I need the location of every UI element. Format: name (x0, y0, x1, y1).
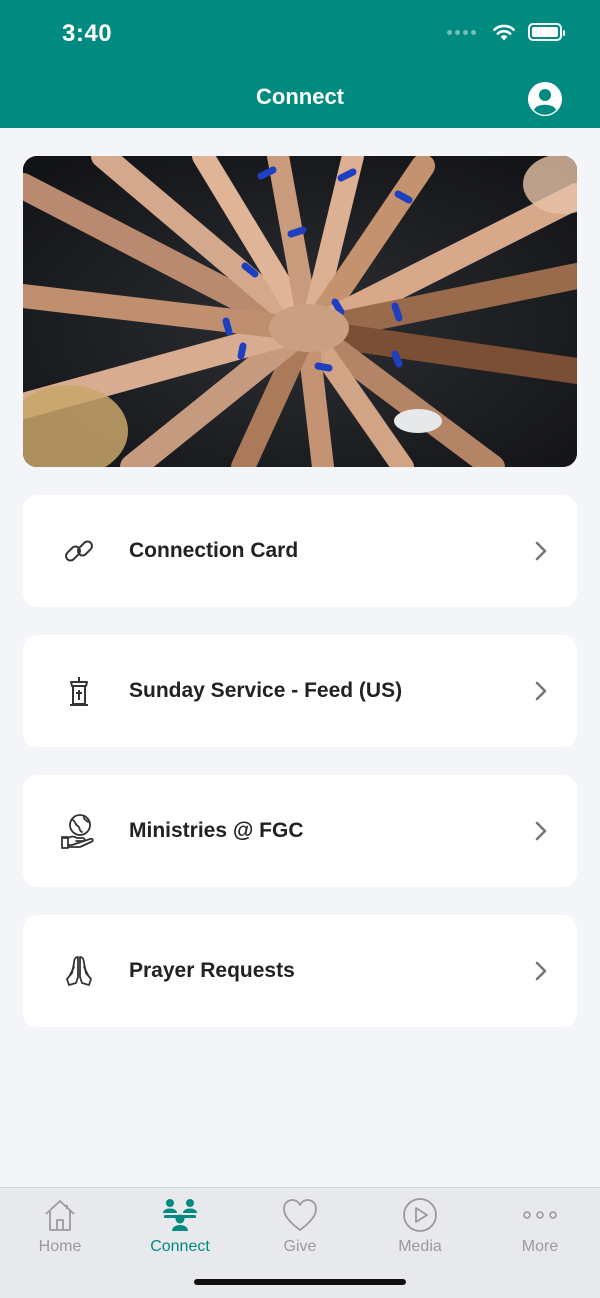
app-header: 3:40 Connect (0, 0, 600, 128)
tab-label: Give (283, 1238, 317, 1255)
signal-icon (447, 29, 476, 35)
tab-connect[interactable]: Connect (120, 1196, 240, 1256)
card-label: Sunday Service - Feed (US) (129, 679, 403, 702)
connect-menu-list: Connection Card Sunday Service - Feed (U… (23, 495, 577, 1055)
card-label: Connection Card (129, 539, 299, 562)
tab-home[interactable]: Home (0, 1196, 120, 1256)
more-icon (523, 1211, 557, 1219)
chevron-right-icon (535, 961, 547, 981)
chevron-right-icon (535, 541, 547, 561)
sunday-service-item[interactable]: Sunday Service - Feed (US) (23, 635, 577, 747)
card-label: Prayer Requests (129, 959, 295, 982)
chevron-right-icon (535, 681, 547, 701)
status-icons (447, 23, 565, 41)
battery-icon (528, 23, 565, 41)
people-icon (163, 1199, 197, 1231)
tab-give[interactable]: Give (240, 1196, 360, 1256)
status-time: 3:40 (62, 20, 113, 47)
tab-label: Home (38, 1238, 82, 1255)
praying-hands-icon (59, 951, 99, 991)
tab-media[interactable]: Media (360, 1196, 480, 1256)
home-icon (45, 1200, 75, 1231)
tab-label: Media (398, 1238, 442, 1255)
tab-more[interactable]: More (480, 1196, 600, 1256)
prayer-requests-item[interactable]: Prayer Requests (23, 915, 577, 1027)
user-icon (528, 82, 562, 116)
profile-button[interactable] (528, 82, 562, 116)
connection-card-item[interactable]: Connection Card (23, 495, 577, 607)
page-title: Connect (256, 84, 344, 109)
ministries-item[interactable]: Ministries @ FGC (23, 775, 577, 887)
home-indicator[interactable] (194, 1279, 406, 1285)
tab-label: More (521, 1238, 559, 1255)
wifi-icon (493, 24, 515, 41)
tab-label: Connect (150, 1238, 210, 1255)
hero-image (23, 156, 577, 467)
card-label: Ministries @ FGC (129, 819, 304, 842)
link-icon (59, 531, 99, 571)
globe-hand-icon (59, 811, 99, 851)
heart-icon (283, 1199, 317, 1231)
hands-together-image (23, 156, 577, 467)
chevron-right-icon (535, 821, 547, 841)
pulpit-icon (59, 671, 99, 711)
play-icon (403, 1198, 437, 1232)
